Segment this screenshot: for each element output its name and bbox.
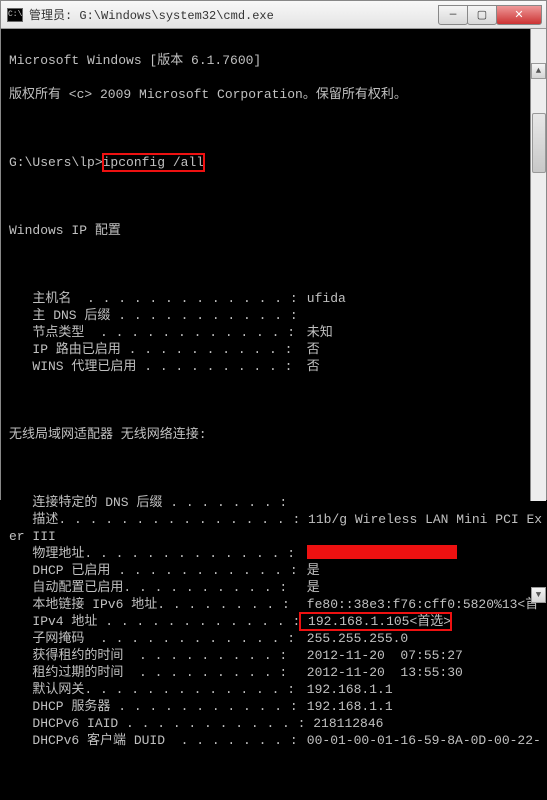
output-row: IPv4 地址 . . . . . . . . . . . . : 192.16… <box>9 613 544 630</box>
output-row: WINS 代理已启用 . . . . . . . . . : 否 <box>9 358 544 375</box>
field-label: 获得租约的时间 . . . . . . . . . : <box>9 647 299 664</box>
output-row: 连接特定的 DNS 后缀 . . . . . . . : <box>9 494 544 511</box>
field-label: 子网掩码 . . . . . . . . . . . . : <box>9 630 299 647</box>
output-row: DHCP 已启用 . . . . . . . . . . . : 是 <box>9 562 544 579</box>
field-label: 连接特定的 DNS 后缀 . . . . . . . : <box>9 494 299 511</box>
cmd-icon: C:\ <box>7 8 23 22</box>
redacted-block <box>307 545 457 559</box>
field-value: 否 <box>299 358 320 375</box>
field-label: 租约过期的时间 . . . . . . . . . : <box>9 664 299 681</box>
output-row: 租约过期的时间 . . . . . . . . . : 2012-11-20 1… <box>9 664 544 681</box>
field-value: 192.168.1.1 <box>299 698 393 715</box>
section2-title: 无线局域网适配器 无线网络连接: <box>9 426 544 443</box>
field-label: 节点类型 . . . . . . . . . . . . : <box>9 324 299 341</box>
output-row: DHCP 服务器 . . . . . . . . . . . : 192.168… <box>9 698 544 715</box>
window-titlebar: C:\ 管理员: G:\Windows\system32\cmd.exe — ▢… <box>1 1 546 29</box>
output-row: 物理地址. . . . . . . . . . . . . : <box>9 545 544 562</box>
output-row: 自动配置已启用. . . . . . . . . . : 是 <box>9 579 544 596</box>
output-row: 描述. . . . . . . . . . . . . . . : 11b/g … <box>9 511 544 528</box>
field-label: DHCP 已启用 . . . . . . . . . . . : <box>9 562 299 579</box>
vertical-scrollbar[interactable]: ▲ ▼ <box>530 29 546 501</box>
field-value: 192.168.1.1 <box>299 681 393 698</box>
output-row: 获得租约的时间 . . . . . . . . . : 2012-11-20 0… <box>9 647 544 664</box>
header-line2: 版权所有 <c> 2009 Microsoft Corporation。保留所有… <box>9 86 544 103</box>
header-line1: Microsoft Windows [版本 6.1.7600] <box>9 52 544 69</box>
output-row: DHCPv6 客户端 DUID . . . . . . . : 00-01-00… <box>9 732 544 749</box>
output-row: DHCPv6 IAID . . . . . . . . . . . : 2181… <box>9 715 544 732</box>
window-title: 管理员: G:\Windows\system32\cmd.exe <box>29 6 274 23</box>
output-row: 节点类型 . . . . . . . . . . . . : 未知 <box>9 324 544 341</box>
scroll-up-button[interactable]: ▲ <box>531 63 546 79</box>
close-button[interactable]: ✕ <box>496 5 542 25</box>
field-value: 未知 <box>299 324 333 341</box>
scroll-track[interactable] <box>531 113 546 553</box>
field-label: IP 路由已启用 . . . . . . . . . . : <box>9 341 299 358</box>
field-label: DHCP 服务器 . . . . . . . . . . . : <box>9 698 299 715</box>
minimize-button[interactable]: — <box>438 5 468 25</box>
field-label: WINS 代理已启用 . . . . . . . . . : <box>9 358 299 375</box>
field-value: 2012-11-20 07:55:27 <box>299 647 463 664</box>
prompt-line: G:\Users\lp>ipconfig /all <box>9 154 544 171</box>
output-row: 子网掩码 . . . . . . . . . . . . : 255.255.2… <box>9 630 544 647</box>
field-value: 218112846 <box>305 715 383 732</box>
field-value: 255.255.255.0 <box>299 630 408 647</box>
field-label: 主 DNS 后缀 . . . . . . . . . . . : <box>9 307 299 324</box>
field-label: 自动配置已启用. . . . . . . . . . : <box>9 579 299 596</box>
output-row: 默认网关. . . . . . . . . . . . . : 192.168.… <box>9 681 544 698</box>
field-value: 11b/g Wireless LAN Mini PCI Ex <box>300 511 542 528</box>
scroll-thumb[interactable] <box>532 113 546 173</box>
field-label: 主机名 . . . . . . . . . . . . . : <box>9 290 299 307</box>
field-label: DHCPv6 IAID . . . . . . . . . . . : <box>9 715 305 732</box>
output-row: 主 DNS 后缀 . . . . . . . . . . . : <box>9 307 544 324</box>
output-row: 本地链接 IPv6 地址. . . . . . . . : fe80::38e3… <box>9 596 544 613</box>
field-value: 否 <box>299 341 320 358</box>
field-value: fe80::38e3:f76:cff0:5820%13<首 <box>299 596 538 613</box>
field-label: 物理地址. . . . . . . . . . . . . : <box>9 545 299 562</box>
maximize-button[interactable]: ▢ <box>467 5 497 25</box>
field-label: IPv4 地址 . . . . . . . . . . . . : <box>9 613 300 630</box>
window-controls: — ▢ ✕ <box>439 5 542 25</box>
field-value: 2012-11-20 13:55:30 <box>299 664 463 681</box>
field-value: 00-01-00-01-16-59-8A-0D-00-22- <box>299 732 541 749</box>
console-output: Microsoft Windows [版本 6.1.7600] 版权所有 <c>… <box>1 29 546 501</box>
scroll-down-button[interactable]: ▼ <box>531 587 546 603</box>
field-label: DHCPv6 客户端 DUID . . . . . . . : <box>9 732 299 749</box>
field-label: 描述. . . . . . . . . . . . . . . : <box>9 511 300 528</box>
field-label: 默认网关. . . . . . . . . . . . . : <box>9 681 299 698</box>
output-row: IP 路由已启用 . . . . . . . . . . : 否 <box>9 341 544 358</box>
output-row: er III <box>9 528 544 545</box>
field-label: 本地链接 IPv6 地址. . . . . . . . : <box>9 596 299 613</box>
output-row: 主机名 . . . . . . . . . . . . . : ufida <box>9 290 544 307</box>
field-value: ufida <box>299 290 346 307</box>
command-highlight: ipconfig /all <box>103 154 204 171</box>
prompt-path: G:\Users\lp> <box>9 155 103 170</box>
field-value: 是 <box>299 579 320 596</box>
highlighted-value: 192.168.1.105<首选> <box>300 613 451 630</box>
section1-title: Windows IP 配置 <box>9 222 544 239</box>
field-value: 是 <box>299 562 320 579</box>
field-label: er III <box>9 528 299 545</box>
